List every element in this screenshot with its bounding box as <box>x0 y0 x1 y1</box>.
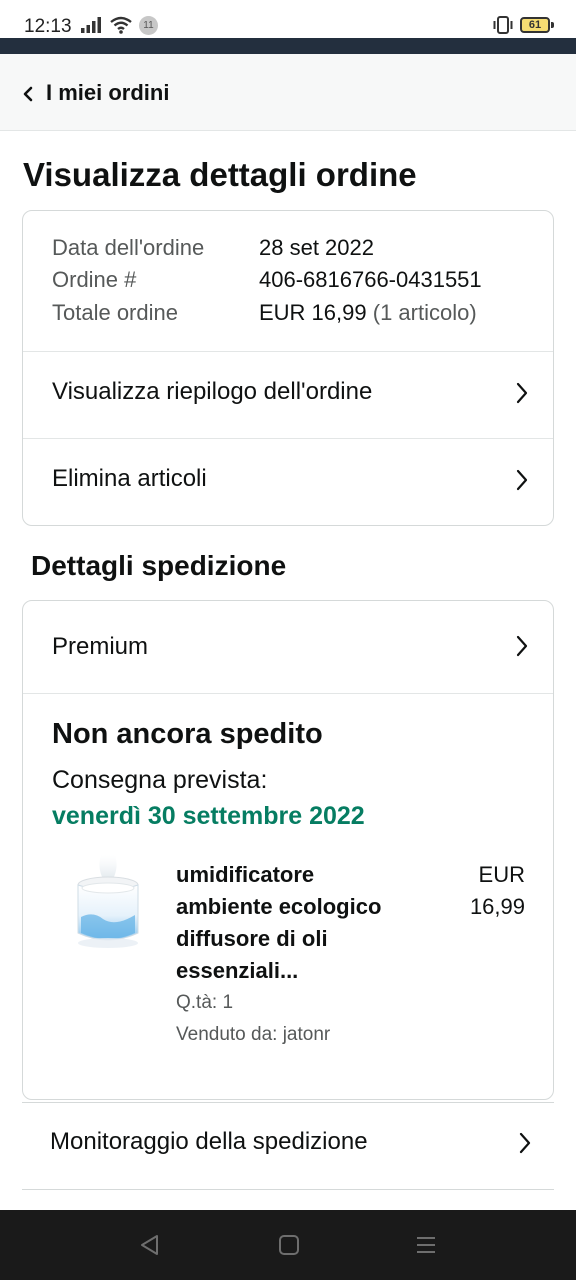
brand-bar <box>0 38 576 54</box>
shipment-status: Non ancora spedito <box>52 718 323 750</box>
shipping-details-heading: Dettagli spedizione <box>31 550 287 581</box>
shipping-method-link[interactable]: Premium <box>23 601 553 694</box>
delete-items-link[interactable]: Elimina articoli <box>23 438 553 525</box>
order-total-label: Totale ordine <box>52 300 178 325</box>
signal-bars-icon <box>80 16 104 39</box>
product-title-link[interactable]: umidificatore ambiente ecologico diffuso… <box>176 859 416 987</box>
status-bar: 12:13 11 61 <box>0 0 576 38</box>
product-seller: Venduto da: jatonr <box>176 1024 331 1045</box>
delivery-estimate-date: venerdì 30 settembre 2022 <box>52 802 365 830</box>
order-date-value: 28 set 2022 <box>259 235 374 260</box>
vibrate-icon <box>491 15 515 40</box>
product-image[interactable] <box>63 855 153 955</box>
product-price-value: 16,99 <box>469 894 525 919</box>
status-time: 12:13 <box>24 16 72 37</box>
delete-items-label: Elimina articoli <box>52 465 207 492</box>
notification-count-badge: 11 <box>139 16 158 35</box>
order-number-value: 406-6816766-0431551 <box>259 267 482 292</box>
system-navigation-bar <box>0 1210 576 1280</box>
menu-lines-icon[interactable] <box>414 1233 438 1262</box>
chevron-right-icon <box>515 634 529 663</box>
chevron-right-icon <box>515 468 529 497</box>
order-number-label: Ordine # <box>52 267 137 292</box>
order-summary-card: Data dell'ordine 28 set 2022 Ordine # 40… <box>22 210 554 526</box>
back-link-my-orders[interactable]: I miei ordini <box>46 80 169 106</box>
product-price-currency: EUR <box>478 862 525 887</box>
order-total-item-count: (1 articolo) <box>372 300 477 325</box>
view-order-summary-label: Visualizza riepilogo dell'ordine <box>52 378 373 405</box>
back-chevron-icon[interactable] <box>22 85 34 108</box>
order-total-amount: EUR 16,99 <box>259 300 367 325</box>
chevron-right-icon <box>515 381 529 410</box>
wifi-icon <box>109 15 133 40</box>
view-order-summary-link[interactable]: Visualizza riepilogo dell'ordine <box>23 351 553 438</box>
home-square-icon[interactable] <box>277 1233 301 1262</box>
battery-icon: 61 <box>520 17 550 33</box>
back-triangle-icon[interactable] <box>138 1233 162 1262</box>
order-date-label: Data dell'ordine <box>52 235 205 260</box>
product-quantity: Q.tà: 1 <box>176 992 234 1013</box>
shipping-method-label: Premium <box>52 633 149 660</box>
order-total-value: EUR 16,99 (1 articolo) <box>259 300 477 326</box>
shipment-card: Premium Non ancora spedito Consegna prev… <box>22 600 554 1100</box>
battery-tip <box>551 22 554 28</box>
product-price: EUR 16,99 <box>470 859 525 923</box>
chevron-right-icon <box>518 1131 532 1160</box>
track-shipment-link[interactable]: Monitoraggio della spedizione <box>22 1102 554 1190</box>
page-title: Visualizza dettagli ordine <box>23 156 417 193</box>
track-shipment-label: Monitoraggio della spedizione <box>50 1128 368 1155</box>
delivery-estimate-label: Consegna prevista: <box>52 766 268 794</box>
